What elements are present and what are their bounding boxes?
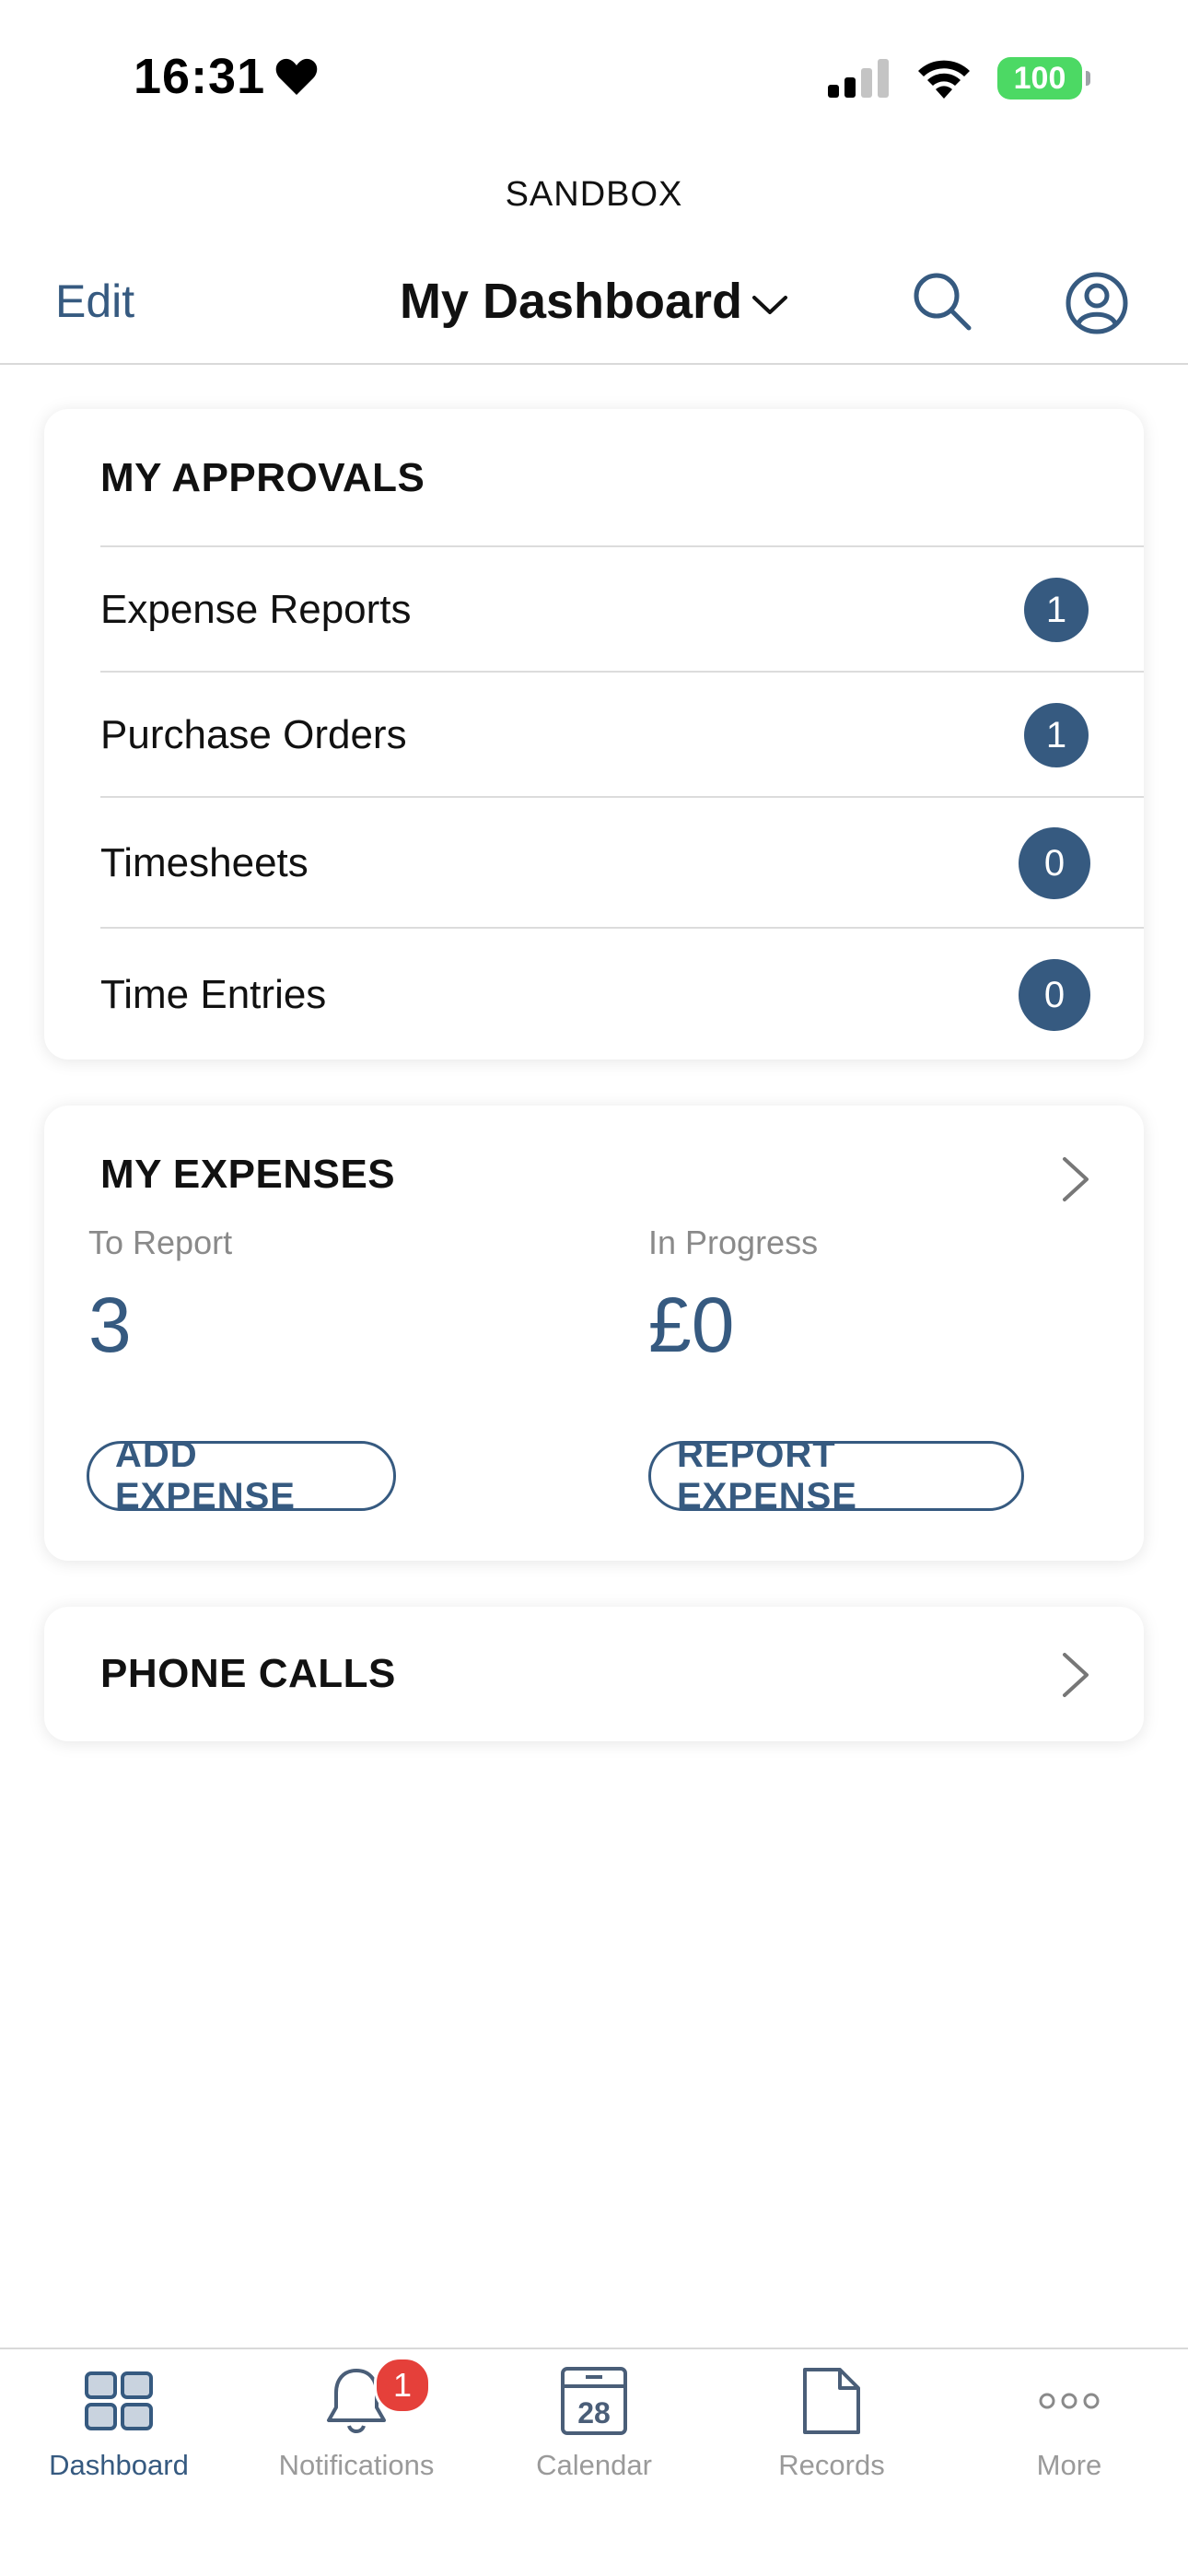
status-icons: 100 [828, 57, 1090, 100]
chevron-down-icon [752, 296, 788, 314]
in-progress-value: £0 [648, 1282, 735, 1368]
tab-dashboard[interactable]: Dashboard [0, 2364, 238, 2482]
tab-records[interactable]: Records [713, 2364, 950, 2482]
approval-row-purchase-orders[interactable]: Purchase Orders 1 [100, 671, 1144, 798]
heart-icon [275, 58, 318, 95]
calendar-icon: 28 [561, 2367, 627, 2435]
page-title: My Dashboard [399, 274, 743, 329]
to-report-value: 3 [88, 1282, 132, 1368]
chevron-right-icon [1063, 1653, 1089, 1697]
approvals-card: MY APPROVALS Expense Reports 1 Purchase … [44, 409, 1144, 1060]
expenses-heading[interactable]: MY EXPENSES [100, 1152, 395, 1198]
approval-row-expense-reports[interactable]: Expense Reports 1 [100, 545, 1144, 673]
document-icon [803, 2368, 860, 2434]
cellular-signal-icon [828, 59, 889, 98]
tab-label: Calendar [536, 2449, 652, 2481]
more-dots-icon [1039, 2393, 1100, 2409]
tab-label: Notifications [278, 2449, 435, 2481]
tab-label: Dashboard [49, 2449, 189, 2481]
tab-label: Records [778, 2449, 885, 2481]
notification-count-badge: 1 [374, 2357, 431, 2414]
environment-label: SANDBOX [505, 175, 683, 214]
report-expense-button[interactable]: REPORT EXPENSE [648, 1434, 1024, 1516]
clock-text: 16:31 [134, 49, 266, 104]
status-bar-time: 16:31 [134, 48, 319, 105]
approvals-heading: MY APPROVALS [100, 455, 425, 500]
approval-label: Purchase Orders [100, 712, 407, 757]
battery-icon: 100 [997, 57, 1090, 100]
tab-more[interactable]: More [950, 2364, 1188, 2482]
approval-label: Timesheets [100, 840, 309, 885]
approval-label: Expense Reports [100, 587, 412, 632]
dashboard-selector[interactable]: My Dashboard [0, 273, 1188, 330]
count-badge: 1 [1024, 703, 1089, 767]
search-icon[interactable] [910, 269, 974, 334]
chevron-right-icon[interactable] [1059, 1153, 1092, 1205]
approval-row-time-entries[interactable]: Time Entries 0 [100, 927, 1144, 1061]
add-expense-button[interactable]: ADD EXPENSE [87, 1434, 396, 1516]
tabbar-divider [0, 2348, 1188, 2349]
count-badge: 1 [1024, 578, 1089, 642]
battery-level: 100 [1013, 60, 1066, 96]
count-badge: 0 [1019, 959, 1090, 1031]
profile-icon[interactable] [1065, 271, 1129, 335]
tab-label: More [1036, 2449, 1102, 2481]
calendar-day: 28 [577, 2396, 611, 2430]
tab-calendar[interactable]: 28 Calendar [475, 2364, 713, 2482]
wifi-icon [918, 60, 970, 99]
nav-divider [0, 363, 1188, 365]
approval-row-timesheets[interactable]: Timesheets 0 [100, 796, 1144, 929]
in-progress-label: In Progress [648, 1224, 819, 1261]
count-badge: 0 [1019, 827, 1090, 899]
approval-label: Time Entries [100, 972, 327, 1017]
tab-notifications[interactable]: 1 Notifications [238, 2357, 475, 2482]
phone-calls-heading: PHONE CALLS [100, 1651, 396, 1696]
expenses-card: MY EXPENSES To Report 3 In Progress £0 A… [44, 1106, 1144, 1561]
dashboard-grid-icon [85, 2371, 153, 2430]
phone-calls-card[interactable]: PHONE CALLS [44, 1607, 1144, 1741]
to-report-label: To Report [88, 1224, 233, 1261]
